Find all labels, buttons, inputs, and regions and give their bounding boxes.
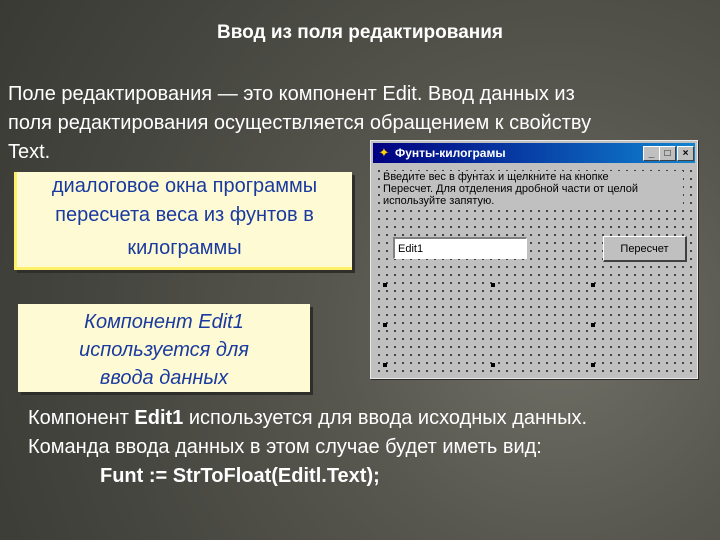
edit1-callout: Компонент Edit1 используется для ввода д… (18, 304, 310, 392)
form-client-area: Введите вес в фунтах и щелкните на кнопк… (373, 165, 695, 376)
dialog-callout-line-1: диалоговое окна программы (51, 175, 318, 197)
maximize-button[interactable]: □ (659, 146, 676, 161)
selection-handle[interactable] (491, 363, 495, 367)
bottom-line-1-post: используется для ввода исходных данных. (183, 407, 588, 429)
selection-handle[interactable] (383, 363, 387, 367)
delphi-form-window: ✦ Фунты-килограмы _ □ × Введите вес в фу… (370, 140, 698, 379)
selection-handle[interactable] (591, 283, 595, 287)
selection-handle[interactable] (591, 323, 595, 327)
recalculate-button[interactable]: Пересчет (603, 236, 687, 262)
edit1-callout-line-2: используется для (79, 339, 249, 361)
selection-handle[interactable] (383, 283, 387, 287)
selection-handle[interactable] (591, 363, 595, 367)
form-caption: Фунты-килограмы (395, 146, 506, 160)
form-hint-label: Введите вес в фунтах и щелкните на кнопк… (383, 171, 683, 207)
intro-line-2: поля редактирования осуществляется обращ… (8, 112, 592, 134)
minimize-button[interactable]: _ (643, 146, 660, 161)
edit1-name: Edit1 (134, 407, 184, 429)
bottom-line-1: Компонент Edit1 используется для ввода и… (28, 404, 718, 433)
form-titlebar[interactable]: ✦ Фунты-килограмы _ □ × (373, 143, 695, 163)
bottom-line-1-pre: Компонент (28, 407, 135, 429)
dialog-callout-line-2: пересчета веса из фунтов в (55, 204, 314, 226)
dialog-callout-line-3: килограммы (127, 237, 242, 259)
delphi-form-icon: ✦ (378, 145, 390, 160)
selection-handle[interactable] (491, 283, 495, 287)
code-line: Funt := StrToFloat(Editl.Text); (100, 465, 380, 487)
hint-line-1: Введите вес в фунтах и щелкните на кнопк… (383, 171, 609, 183)
slide-title: Ввод из поля редактирования (216, 22, 504, 43)
hint-line-2: Пересчет. Для отделения дробной части от… (383, 183, 639, 195)
edit1-callout-line-1: Компонент Edit1 (84, 311, 244, 333)
edit1-input[interactable]: Edit1 (393, 237, 527, 259)
dialog-callout: диалоговое окна программы пересчета веса… (14, 172, 352, 270)
bottom-text: Компонент Edit1 используется для ввода и… (28, 404, 718, 491)
intro-line-1: Поле редактирования — это компонент Edit… (8, 83, 575, 105)
bottom-line-2: Команда ввода данных в этом случае будет… (28, 436, 542, 458)
close-button[interactable]: × (677, 146, 694, 161)
edit1-callout-line-3: ввода данных (99, 367, 229, 389)
selection-handle[interactable] (383, 323, 387, 327)
hint-line-3: используйте запятую. (383, 195, 495, 207)
